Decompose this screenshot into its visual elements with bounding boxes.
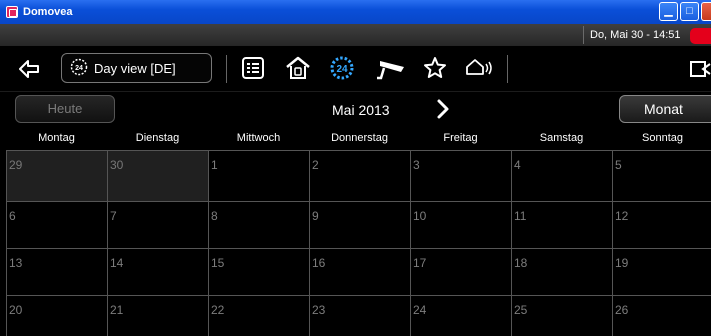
calendar-day-cell[interactable]: 17 — [410, 248, 511, 295]
clock-24-badge: 24 — [336, 64, 348, 75]
calendar-day-cell[interactable]: 8 — [208, 201, 309, 248]
calendar-day-cell[interactable]: 22 — [208, 295, 309, 336]
calendar-day-cell[interactable]: 29 — [6, 150, 107, 201]
calendar-day-cell[interactable]: 14 — [107, 248, 208, 295]
day-number: 21 — [110, 303, 124, 317]
weekday-label: Samstag — [539, 132, 584, 144]
day-number: 10 — [413, 209, 427, 223]
day-number: 30 — [110, 158, 124, 172]
home-alarm-icon[interactable] — [465, 58, 495, 78]
weekday-label: Mittwoch — [236, 132, 281, 144]
calendar-day-cell[interactable]: 6 — [6, 201, 107, 248]
day-number: 20 — [9, 303, 23, 317]
status-divider — [583, 26, 584, 44]
clock-24-icon[interactable]: 24 — [329, 55, 355, 81]
calendar-day-cell[interactable]: 9 — [309, 201, 410, 248]
calendar-day-cell[interactable]: 16 — [309, 248, 410, 295]
view-selector-label: Day view [DE] — [94, 60, 176, 76]
day-number: 6 — [9, 209, 16, 223]
day-number: 12 — [615, 209, 629, 223]
toolbar-separator — [507, 55, 508, 83]
calendar-day-cell[interactable]: 7 — [107, 201, 208, 248]
minimize-button[interactable]: ▁ — [659, 2, 678, 21]
calendar-day-cell[interactable]: 23 — [309, 295, 410, 336]
day-number: 5 — [615, 158, 622, 172]
day-number: 24 — [413, 303, 427, 317]
day-number: 25 — [514, 303, 528, 317]
calendar-day-cell[interactable]: 15 — [208, 248, 309, 295]
calendar-grid: 29 30 1 2 3 4 5 6 7 8 9 10 11 12 13 14 15 16 17 18 19 20 21 22 2… — [6, 150, 711, 336]
window-title: Domovea — [23, 6, 73, 18]
month-title: Mai 2013 — [332, 102, 390, 118]
calendar-day-cell[interactable]: 13 — [6, 248, 107, 295]
day-number: 2 — [312, 158, 319, 172]
day-number: 18 — [514, 256, 528, 270]
maximize-button[interactable]: □ — [680, 2, 699, 21]
weekday-label: Dienstag — [135, 132, 180, 144]
day-number: 23 — [312, 303, 326, 317]
calendar-day-cell[interactable]: 20 — [6, 295, 107, 336]
status-bar: Do, Mai 30 - 14:51 — [0, 24, 711, 46]
calendar-day-cell[interactable]: 2 — [309, 150, 410, 201]
clock-24-icon: 24 — [70, 58, 88, 79]
weekday-label: Montag — [38, 132, 75, 144]
day-number: 16 — [312, 256, 326, 270]
calendar-day-cell[interactable]: 5 — [612, 150, 711, 201]
day-number: 1 — [211, 158, 218, 172]
day-number: 9 — [312, 209, 319, 223]
day-number: 13 — [9, 256, 23, 270]
calendar-day-cell[interactable]: 3 — [410, 150, 511, 201]
toolbar: 24 Day view [DE] 24 — [0, 46, 711, 92]
day-number: 15 — [211, 256, 225, 270]
status-datetime: Do, Mai 30 - 14:51 — [590, 29, 681, 41]
app-icon — [6, 6, 18, 18]
month-navigation: Heute Mai 2013 Monat — [0, 92, 711, 128]
day-number: 22 — [211, 303, 225, 317]
today-button[interactable]: Heute — [15, 95, 115, 123]
day-number: 11 — [514, 209, 527, 223]
clock-24-badge: 24 — [75, 65, 83, 72]
calendar-day-cell[interactable]: 24 — [410, 295, 511, 336]
weekday-label: Donnerstag — [331, 132, 388, 144]
month-mode-button[interactable]: Monat — [619, 95, 711, 123]
home-icon[interactable] — [285, 55, 311, 81]
calendar-day-cell[interactable]: 12 — [612, 201, 711, 248]
toolbar-separator — [226, 55, 227, 83]
exit-icon[interactable] — [690, 61, 711, 77]
day-number: 8 — [211, 209, 218, 223]
window-titlebar: Domovea ▁ □ — [0, 0, 711, 24]
calendar-day-cell[interactable]: 4 — [511, 150, 612, 201]
close-button[interactable] — [701, 2, 711, 21]
day-number: 26 — [615, 303, 629, 317]
next-month-chevron-icon[interactable] — [436, 98, 450, 125]
day-number: 14 — [110, 256, 124, 270]
camera-icon[interactable] — [374, 57, 406, 81]
calendar-day-cell[interactable]: 26 — [612, 295, 711, 336]
weekday-header: Montag Dienstag Mittwoch Donnerstag Frei… — [0, 128, 711, 150]
calendar-day-cell[interactable]: 30 — [107, 150, 208, 201]
calendar-day-cell[interactable]: 18 — [511, 248, 612, 295]
calendar-day-cell[interactable]: 25 — [511, 295, 612, 336]
alarm-indicator[interactable] — [690, 28, 711, 44]
view-selector[interactable]: 24 Day view [DE] — [61, 53, 212, 83]
weekday-label: Sonntag — [642, 132, 683, 144]
day-number: 4 — [514, 158, 521, 172]
day-number: 3 — [413, 158, 420, 172]
calendar-day-cell[interactable]: 21 — [107, 295, 208, 336]
calendar-day-cell[interactable]: 1 — [208, 150, 309, 201]
window-controls: ▁ □ — [659, 2, 711, 21]
day-number: 29 — [9, 158, 23, 172]
favorites-star-icon[interactable] — [423, 56, 447, 80]
calendar-day-cell[interactable]: 19 — [612, 248, 711, 295]
weekday-label: Freitag — [443, 132, 478, 144]
list-view-icon[interactable] — [241, 56, 265, 80]
day-number: 19 — [615, 256, 629, 270]
day-number: 17 — [413, 256, 427, 270]
day-number: 7 — [110, 209, 117, 223]
calendar-day-cell[interactable]: 11 — [511, 201, 612, 248]
back-icon[interactable] — [18, 59, 40, 79]
calendar-day-cell[interactable]: 10 — [410, 201, 511, 248]
